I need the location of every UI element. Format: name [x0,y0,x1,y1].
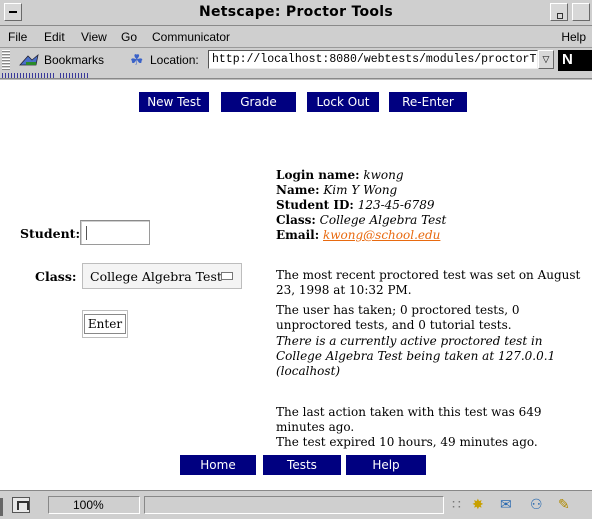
title-bar: Netscape: Proctor Tools [0,0,592,26]
maximize-button[interactable] [572,3,590,21]
menu-bar: File Edit View Go Communicator Help [0,26,592,48]
menu-view[interactable]: View [81,30,107,44]
email-label: Email: [276,228,320,242]
menu-file[interactable]: File [8,30,27,44]
menu-communicator[interactable]: Communicator [152,30,230,44]
window-title: Netscape: Proctor Tools [198,4,394,20]
status-message [144,496,444,514]
composer-icon[interactable]: ✎ [558,496,570,513]
class-info-label: Class: [276,213,316,227]
user-info: Login name: kwong Name: Kim Y Wong Stude… [276,168,446,243]
name-label: Name: [276,183,320,197]
class-select[interactable]: College Algebra Test [82,263,242,289]
student-label: Student: [20,226,81,241]
email-link[interactable]: kwong@school.edu [323,228,440,242]
recent-test-text: The most recent proctored test was set o… [276,268,581,297]
toolbar-grip[interactable] [2,50,10,70]
progress-indicator: 100% [48,496,140,514]
menu-help[interactable]: Help [561,30,586,44]
page-content: New Test Grade Lock Out Re-Enter Login n… [0,80,592,490]
lock-out-button[interactable]: Lock Out [307,92,379,112]
location-icon[interactable]: ☘ [130,51,143,69]
help-button[interactable]: Help [346,455,426,475]
location-toolbar: Bookmarks ☘ Location: http://localhost:8… [0,48,592,72]
login-label: Login name: [276,168,360,182]
grade-button[interactable]: Grade [221,92,296,112]
name-value: Kim Y Wong [323,183,398,197]
enter-button[interactable]: Enter [83,314,127,334]
select-knob-icon [221,272,233,280]
bookmarks-icon[interactable] [18,53,40,67]
toolbar-tab-1[interactable] [2,73,56,78]
student-input[interactable] [80,220,150,245]
url-field[interactable]: http://localhost:8080/webtests/modules/p… [208,50,538,69]
home-button[interactable]: Home [180,455,256,475]
student-id-value: 123-45-6789 [357,198,435,212]
tests-button[interactable]: Tests [263,455,341,475]
tests-taken-text: The user has taken; 0 proctored tests, 0… [276,303,520,332]
location-label: Location: [150,53,199,67]
class-select-value: College Algebra Test [90,269,222,284]
window-edge [0,498,3,516]
netscape-logo[interactable]: N [558,50,592,71]
mail-icon[interactable]: ✉ [500,496,512,513]
component-tray: ∷ ✸ ✉ ⚇ ✎ [450,495,590,515]
menu-go[interactable]: Go [121,30,137,44]
minimize-button[interactable] [550,3,568,21]
navigator-icon[interactable]: ✸ [472,496,484,513]
re-enter-button[interactable]: Re-Enter [389,92,467,112]
expired-text: The test expired 10 hours, 49 minutes ag… [276,435,538,449]
toolbar-tabs [0,72,592,79]
menu-edit[interactable]: Edit [44,30,65,44]
security-lock-icon[interactable] [12,497,30,513]
discussion-icon[interactable]: ⚇ [530,496,543,513]
active-test-text: There is a currently active proctored te… [276,334,582,379]
new-test-button[interactable]: New Test [139,92,209,112]
toolbar-tab-2[interactable] [60,73,90,78]
tray-grip-icon: ∷ [452,496,461,512]
text-caret [86,226,87,240]
url-dropdown-button[interactable]: ▽ [538,50,554,69]
bookmarks-label[interactable]: Bookmarks [44,53,104,67]
status-bar: 100% ∷ ✸ ✉ ⚇ ✎ [0,490,592,519]
active-test-italic: There is a currently active proctored te… [276,334,556,378]
last-action-text: The last action taken with this test was… [276,405,542,434]
class-label: Class: [35,269,77,284]
student-id-label: Student ID: [276,198,354,212]
login-value: kwong [363,168,404,182]
class-info-value: College Algebra Test [319,213,447,227]
enter-button-frame: Enter [82,310,128,338]
